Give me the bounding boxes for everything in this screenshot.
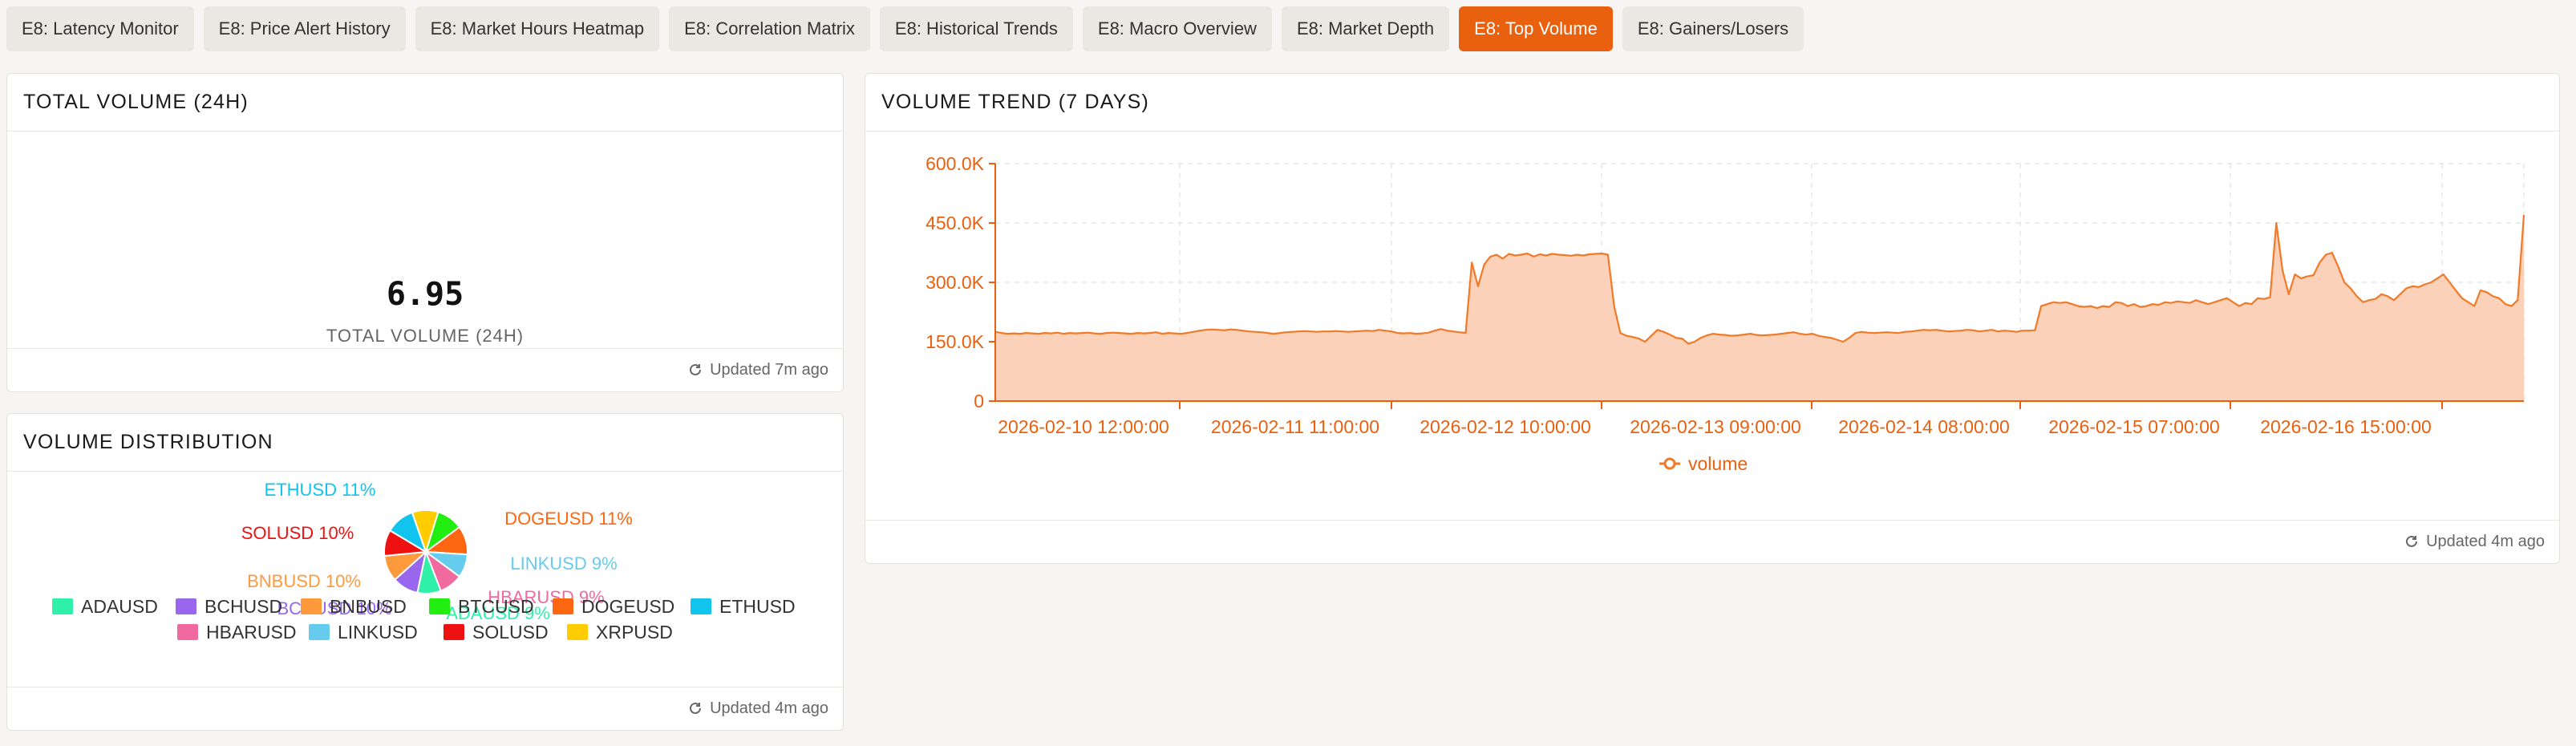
volume-trend-title-text: VOLUME TREND (7 DAYS) xyxy=(881,91,1150,113)
y-tick-label: 450.0K xyxy=(925,213,985,233)
volume-distribution-updated: Updated 4m ago xyxy=(710,699,828,717)
y-tick-label: 600.0K xyxy=(925,153,985,174)
tab-latency-monitor[interactable]: E8: Latency Monitor xyxy=(6,6,194,51)
legend-item-ethusd[interactable]: ETHUSD xyxy=(691,596,796,617)
legend-swatch xyxy=(309,624,330,640)
total-volume-title: TOTAL VOLUME (24H) xyxy=(7,74,843,132)
legend-label: ADAUSD xyxy=(81,596,158,617)
legend-item-dogeusd[interactable]: DOGEUSD xyxy=(553,596,674,617)
legend-item-xrpusd[interactable]: XRPUSD xyxy=(567,622,673,643)
legend-item-solusd[interactable]: SOLUSD xyxy=(444,622,549,643)
tab-gainers-losers[interactable]: E8: Gainers/Losers xyxy=(1622,6,1804,51)
x-tick-label: 2026-02-10 12:00:00 xyxy=(998,416,1169,437)
total-volume-title-text: TOTAL VOLUME (24H) xyxy=(23,91,249,113)
pie-label: DOGEUSD 11% xyxy=(504,509,633,529)
tab-bar: E8: Latency Monitor E8: Price Alert Histo… xyxy=(6,6,1804,51)
legend-label: BNBUSD xyxy=(330,596,407,617)
y-tick-label: 0 xyxy=(974,391,984,412)
legend-swatch xyxy=(567,624,588,640)
legend-item-hbarusd[interactable]: HBARUSD xyxy=(177,622,296,643)
legend-label: ETHUSD xyxy=(719,596,796,617)
legend-swatch xyxy=(52,598,73,614)
legend-label: BTCUSD xyxy=(458,596,534,617)
volume-area-fill xyxy=(995,215,2524,401)
legend-item-btcusd[interactable]: BTCUSD xyxy=(429,596,534,617)
legend-swatch xyxy=(429,598,450,614)
legend-swatch xyxy=(177,624,198,640)
legend-label: LINKUSD xyxy=(338,622,418,643)
x-tick-label: 2026-02-12 10:00:00 xyxy=(1420,416,1591,437)
pie-label: SOLUSD 10% xyxy=(241,523,354,543)
tab-correlation-matrix[interactable]: E8: Correlation Matrix xyxy=(669,6,870,51)
total-volume-footer: Updated 7m ago xyxy=(7,348,843,391)
x-tick-label: 2026-02-14 08:00:00 xyxy=(1838,416,2010,437)
legend-label: DOGEUSD xyxy=(581,596,674,617)
refresh-icon[interactable] xyxy=(687,701,703,717)
legend-label: BCHUSD xyxy=(205,596,282,617)
refresh-icon[interactable] xyxy=(687,363,703,379)
volume-distribution-footer: Updated 4m ago xyxy=(7,687,843,730)
legend-swatch xyxy=(553,598,573,614)
x-tick-label: 2026-02-16 15:00:00 xyxy=(2260,416,2432,437)
volume-trend-card: VOLUME TREND (7 DAYS) 0 150.0K 300.0K 450.0… xyxy=(865,73,2560,564)
total-volume-updated: Updated 7m ago xyxy=(710,361,828,379)
y-tick-label: 150.0K xyxy=(925,331,985,352)
volume-distribution-title-text: VOLUME DISTRIBUTION xyxy=(23,431,273,453)
pie-label: BNBUSD 10% xyxy=(247,571,361,591)
tab-macro-overview[interactable]: E8: Macro Overview xyxy=(1082,6,1272,51)
total-volume-value: 6.95 xyxy=(386,276,464,313)
legend-label: HBARUSD xyxy=(206,622,296,643)
volume-distribution-card: VOLUME DISTRIBUTION ETHUSD 11% DOGEUSD 11… xyxy=(6,413,844,731)
total-volume-label: TOTAL VOLUME (24H) xyxy=(326,326,525,346)
legend-label: XRPUSD xyxy=(596,622,673,643)
pie-label: LINKUSD 9% xyxy=(510,553,617,574)
legend-item-volume[interactable]: volume xyxy=(1659,453,1748,474)
legend-label: volume xyxy=(1688,453,1748,474)
legend-swatch xyxy=(691,598,711,614)
legend-item-bchusd[interactable]: BCHUSD xyxy=(176,596,282,617)
total-volume-card: TOTAL VOLUME (24H) 6.95 TOTAL VOLUME (24… xyxy=(6,73,844,392)
legend-item-bnbusd[interactable]: BNBUSD xyxy=(301,596,407,617)
x-tick-label: 2026-02-13 09:00:00 xyxy=(1630,416,1801,437)
volume-trend-area-chart: 0 150.0K 300.0K 450.0K 600.0K 2026-02-10 12:0… xyxy=(925,153,2525,474)
legend-swatch xyxy=(444,624,464,640)
tab-market-hours-heatmap[interactable]: E8: Market Hours Heatmap xyxy=(415,6,660,51)
tab-top-volume[interactable]: E8: Top Volume xyxy=(1459,6,1613,51)
refresh-icon[interactable] xyxy=(2404,534,2420,550)
legend-item-linkusd[interactable]: LINKUSD xyxy=(309,622,418,643)
x-tick-label: 2026-02-15 07:00:00 xyxy=(2048,416,2220,437)
volume-distribution-pie-chart: ETHUSD 11% DOGEUSD 11% SOLUSD 10% LINKUSD 9… xyxy=(52,480,796,643)
legend-label: SOLUSD xyxy=(472,622,549,643)
tab-price-alert-history[interactable]: E8: Price Alert History xyxy=(203,6,406,51)
x-tick-label: 2026-02-11 11:00:00 xyxy=(1211,416,1379,437)
tab-market-depth[interactable]: E8: Market Depth xyxy=(1281,6,1450,51)
volume-trend-updated: Updated 4m ago xyxy=(2426,533,2545,550)
legend-swatch xyxy=(176,598,196,614)
volume-trend-title: VOLUME TREND (7 DAYS) xyxy=(865,74,2559,132)
legend-swatch xyxy=(301,598,322,614)
legend-marker-icon xyxy=(1663,457,1676,470)
legend-item-adausd[interactable]: ADAUSD xyxy=(52,596,158,617)
pie-label: ETHUSD 11% xyxy=(265,480,376,500)
y-tick-label: 300.0K xyxy=(925,272,985,293)
volume-trend-footer: Updated 4m ago xyxy=(865,520,2559,563)
tab-historical-trends[interactable]: E8: Historical Trends xyxy=(879,6,1073,51)
volume-distribution-title: VOLUME DISTRIBUTION xyxy=(7,414,843,472)
